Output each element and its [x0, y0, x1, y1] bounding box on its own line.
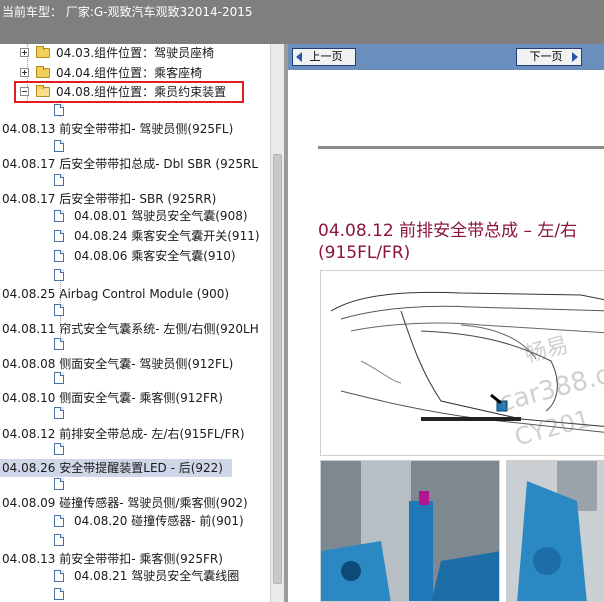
document-icon[interactable] [54, 140, 64, 152]
tree-node-label: 04.08.10 侧面安全气囊- 乘客侧(912FR) [2, 391, 223, 405]
next-page-button[interactable]: 下一页 [516, 48, 582, 66]
tree-node-label: 04.08.13 前安全带带扣- 驾驶员侧(925FL) [2, 122, 234, 136]
document-icon[interactable] [54, 588, 64, 600]
expand-plus-icon[interactable] [20, 48, 29, 57]
tree-scrollbar[interactable] [270, 44, 284, 602]
page-nav-bar: 上一页 下一页 [288, 44, 604, 70]
scrollbar-thumb[interactable] [273, 154, 282, 584]
tree-node-label: 04.08.11 帘式安全气囊系统- 左侧/右侧(920LH [2, 322, 259, 336]
header-rule [318, 146, 604, 149]
document-icon[interactable] [54, 269, 64, 281]
seatbelt-photo-drawing-2 [507, 461, 604, 601]
tree-node-label: 04.08.20 碰撞传感器- 前(901) [74, 514, 244, 528]
tree-node-label: 04.08.13 前安全带带扣- 乘客侧(925FR) [2, 552, 223, 566]
tree-node-label: 04.08.17 后安全带带扣总成- Dbl SBR (925RL [2, 157, 259, 171]
tree-node-label: 04.08.01 驾驶员安全气囊(908) [74, 209, 248, 223]
tree-node-label: 04.08.26 安全带提醒装置LED - 后(922) [2, 461, 223, 475]
tree-node-doc-selected[interactable]: 04.08.26 安全带提醒装置LED - 后(922) [0, 459, 232, 477]
tree-node-label: 04.08.17 后安全带带扣- SBR (925RR) [2, 192, 217, 206]
part-photo-left [320, 460, 500, 602]
document-icon[interactable] [54, 372, 64, 384]
tree-node-label: 04.08.24 乘客安全气囊开关(911) [74, 229, 260, 243]
tree-node-label: 04.08.12 前排安全带总成- 左/右(915FL/FR) [2, 427, 245, 441]
window-titlebar: 当前车型： 厂家:G-观致汽车观致32014-2015 [0, 0, 604, 44]
document-icon[interactable] [54, 304, 64, 316]
tree-node-label: 04.03.组件位置：驾驶员座椅 [56, 46, 215, 60]
document-icon[interactable] [54, 407, 64, 419]
document-icon[interactable] [54, 338, 64, 350]
document-icon [54, 210, 64, 222]
prev-page-button[interactable]: 上一页 [292, 48, 356, 66]
tree-node-label: 04.08.25 Airbag Control Module (900) [2, 287, 230, 301]
part-photo-right [506, 460, 604, 602]
arrow-right-icon [572, 52, 578, 62]
document-icon [54, 515, 64, 527]
folder-icon [36, 46, 50, 58]
document-icon[interactable] [54, 174, 64, 186]
content-pane: 上一页 下一页 04.08.12 前排安全带总成 – 左/右 (915FL/FR… [288, 44, 604, 602]
expand-plus-icon[interactable] [20, 68, 29, 77]
document-icon [54, 250, 64, 262]
tree-node-label: 04.08.21 驾驶员安全气囊线圈 [74, 569, 240, 583]
window-title: 当前车型： 厂家:G-观致汽车观致32014-2015 [2, 5, 253, 19]
tree-pane[interactable]: 04.03.组件位置：驾驶员座椅 04.04.组件位置：乘客座椅 04.08.组… [0, 44, 284, 602]
folder-icon [36, 66, 50, 78]
seatbelt-photo-drawing [321, 461, 499, 601]
tree-node-label: 04.08.09 碰撞传感器- 驾驶员侧/乘客侧(902) [2, 496, 248, 510]
annotation-highlight-box [14, 81, 244, 103]
arrow-left-icon [296, 52, 302, 62]
tree-node-label: 04.04.组件位置：乘客座椅 [56, 66, 203, 80]
document-icon[interactable] [54, 478, 64, 490]
document-icon [54, 570, 64, 582]
document-icon [54, 230, 64, 242]
content-title: 04.08.12 前排安全带总成 – 左/右 (915FL/FR) [318, 221, 578, 263]
document-icon[interactable] [54, 534, 64, 546]
document-icon[interactable] [54, 104, 64, 116]
tree-node-label: 04.08.06 乘客安全气囊(910) [74, 249, 236, 263]
tree-node-label: 04.08.08 侧面安全气囊- 驾驶员侧(912FL) [2, 357, 234, 371]
document-icon[interactable] [54, 443, 64, 455]
